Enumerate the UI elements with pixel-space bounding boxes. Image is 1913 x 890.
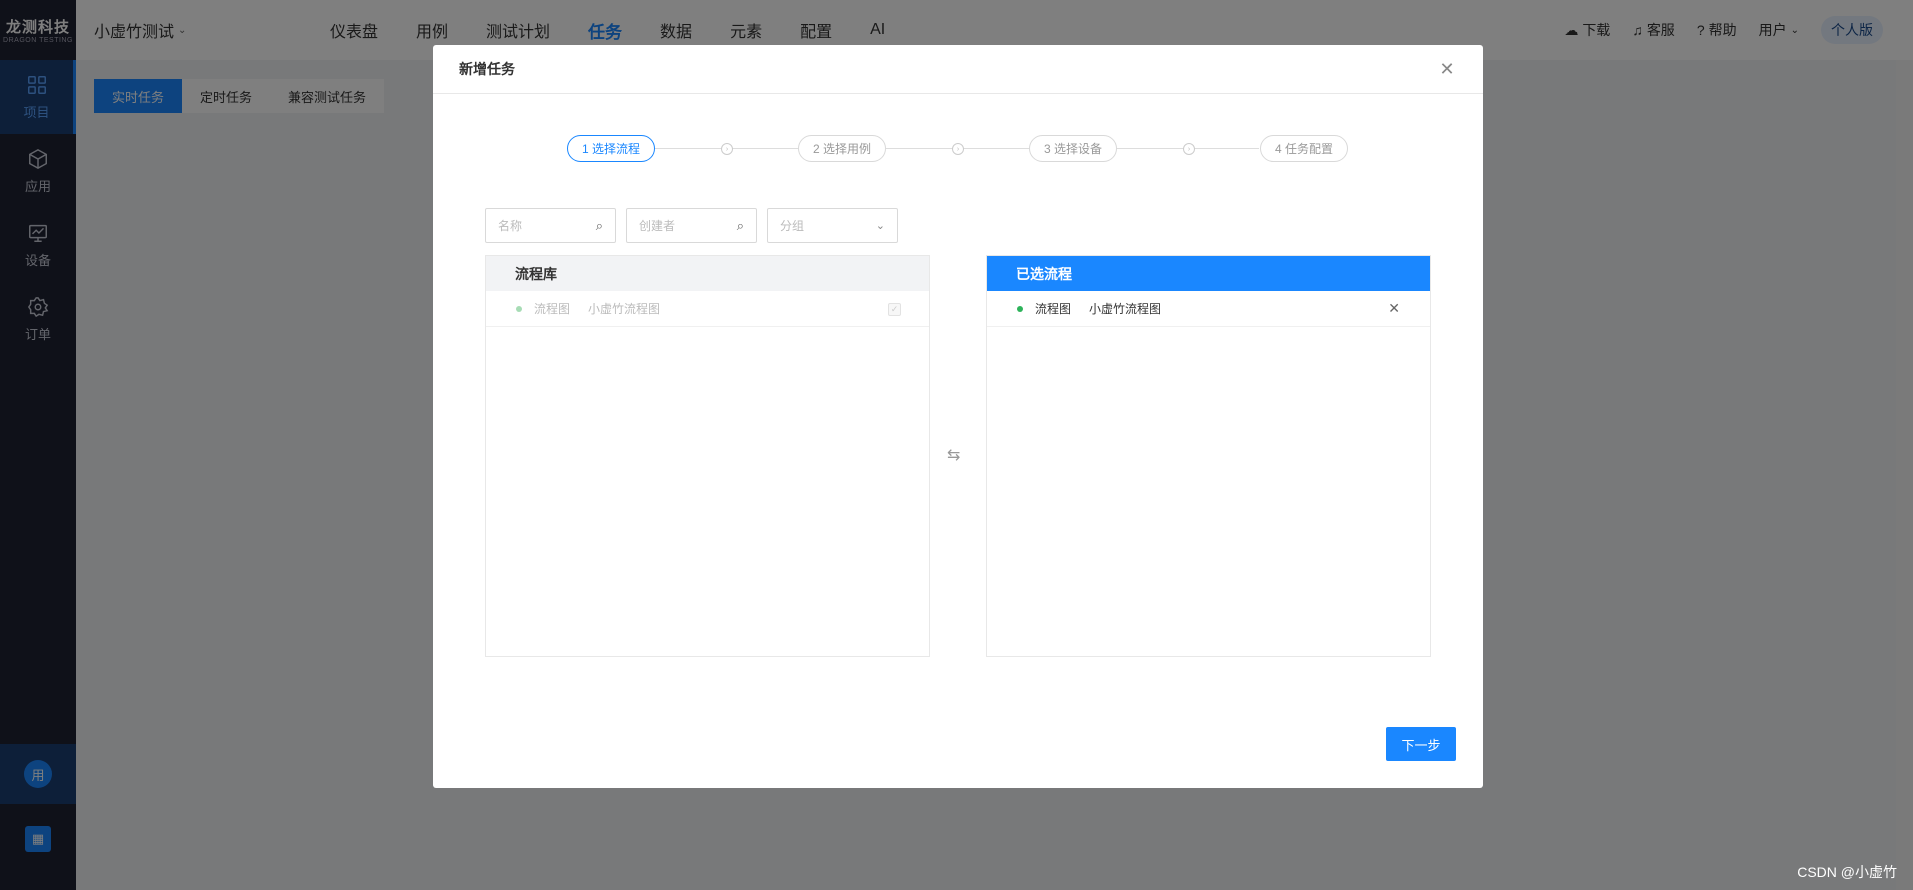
- search-icon[interactable]: ⌕: [737, 218, 744, 234]
- group-select[interactable]: 分组 ⌄: [767, 208, 898, 243]
- row-checkbox[interactable]: ✓: [888, 303, 901, 316]
- remove-icon[interactable]: ✕: [1388, 300, 1400, 317]
- status-dot: [1017, 305, 1023, 312]
- watermark: CSDN @小虚竹: [1797, 864, 1897, 880]
- step-task-config[interactable]: 4 任务配置: [1260, 135, 1348, 162]
- step-dot: ›: [1183, 143, 1195, 155]
- list-item[interactable]: 流程图 小虚竹流程图 ✓: [486, 291, 929, 327]
- dialog-title: 新增任务: [459, 61, 515, 77]
- new-task-dialog: 新增任务 ✕ › › › 1 选择流程 2 选择用例 3 选择设备 4 任务配置…: [433, 45, 1483, 788]
- list-item[interactable]: 流程图 小虚竹流程图 ✕: [987, 291, 1430, 327]
- creator-search-input[interactable]: [639, 218, 729, 233]
- step-dot: ›: [952, 143, 964, 155]
- chevron-down-icon: ⌄: [875, 220, 885, 232]
- flow-name: 小虚竹流程图: [1089, 302, 1162, 316]
- flow-library-panel: 流程库 流程图 小虚竹流程图 ✓: [485, 255, 930, 657]
- step-dot: ›: [721, 143, 733, 155]
- step-indicator: › › › 1 选择流程 2 选择用例 3 选择设备 4 任务配置: [567, 135, 1348, 162]
- flow-library-title: 流程库: [486, 256, 929, 291]
- flow-name: 小虚竹流程图: [588, 302, 661, 316]
- step-select-flow[interactable]: 1 选择流程: [567, 135, 655, 162]
- flow-type: 流程图: [534, 302, 571, 316]
- status-dot: [516, 305, 522, 312]
- creator-search-field[interactable]: ⌕: [626, 208, 757, 243]
- transfer-arrows-icon: ⇆: [947, 447, 961, 464]
- selected-flow-panel: 已选流程 流程图 小虚竹流程图 ✕: [986, 255, 1431, 657]
- selected-flow-title: 已选流程: [987, 256, 1430, 291]
- next-step-button[interactable]: 下一步: [1386, 727, 1456, 761]
- flow-type: 流程图: [1035, 302, 1072, 316]
- search-icon[interactable]: ⌕: [596, 218, 603, 234]
- name-search-input[interactable]: [498, 218, 588, 233]
- group-select-placeholder: 分组: [780, 219, 805, 233]
- filter-bar: ⌕ ⌕ 分组 ⌄: [485, 208, 898, 243]
- close-icon[interactable]: ✕: [1437, 59, 1457, 80]
- dialog-header: 新增任务 ✕: [433, 45, 1483, 94]
- step-select-cases[interactable]: 2 选择用例: [798, 135, 886, 162]
- name-search-field[interactable]: ⌕: [485, 208, 616, 243]
- step-select-devices[interactable]: 3 选择设备: [1029, 135, 1117, 162]
